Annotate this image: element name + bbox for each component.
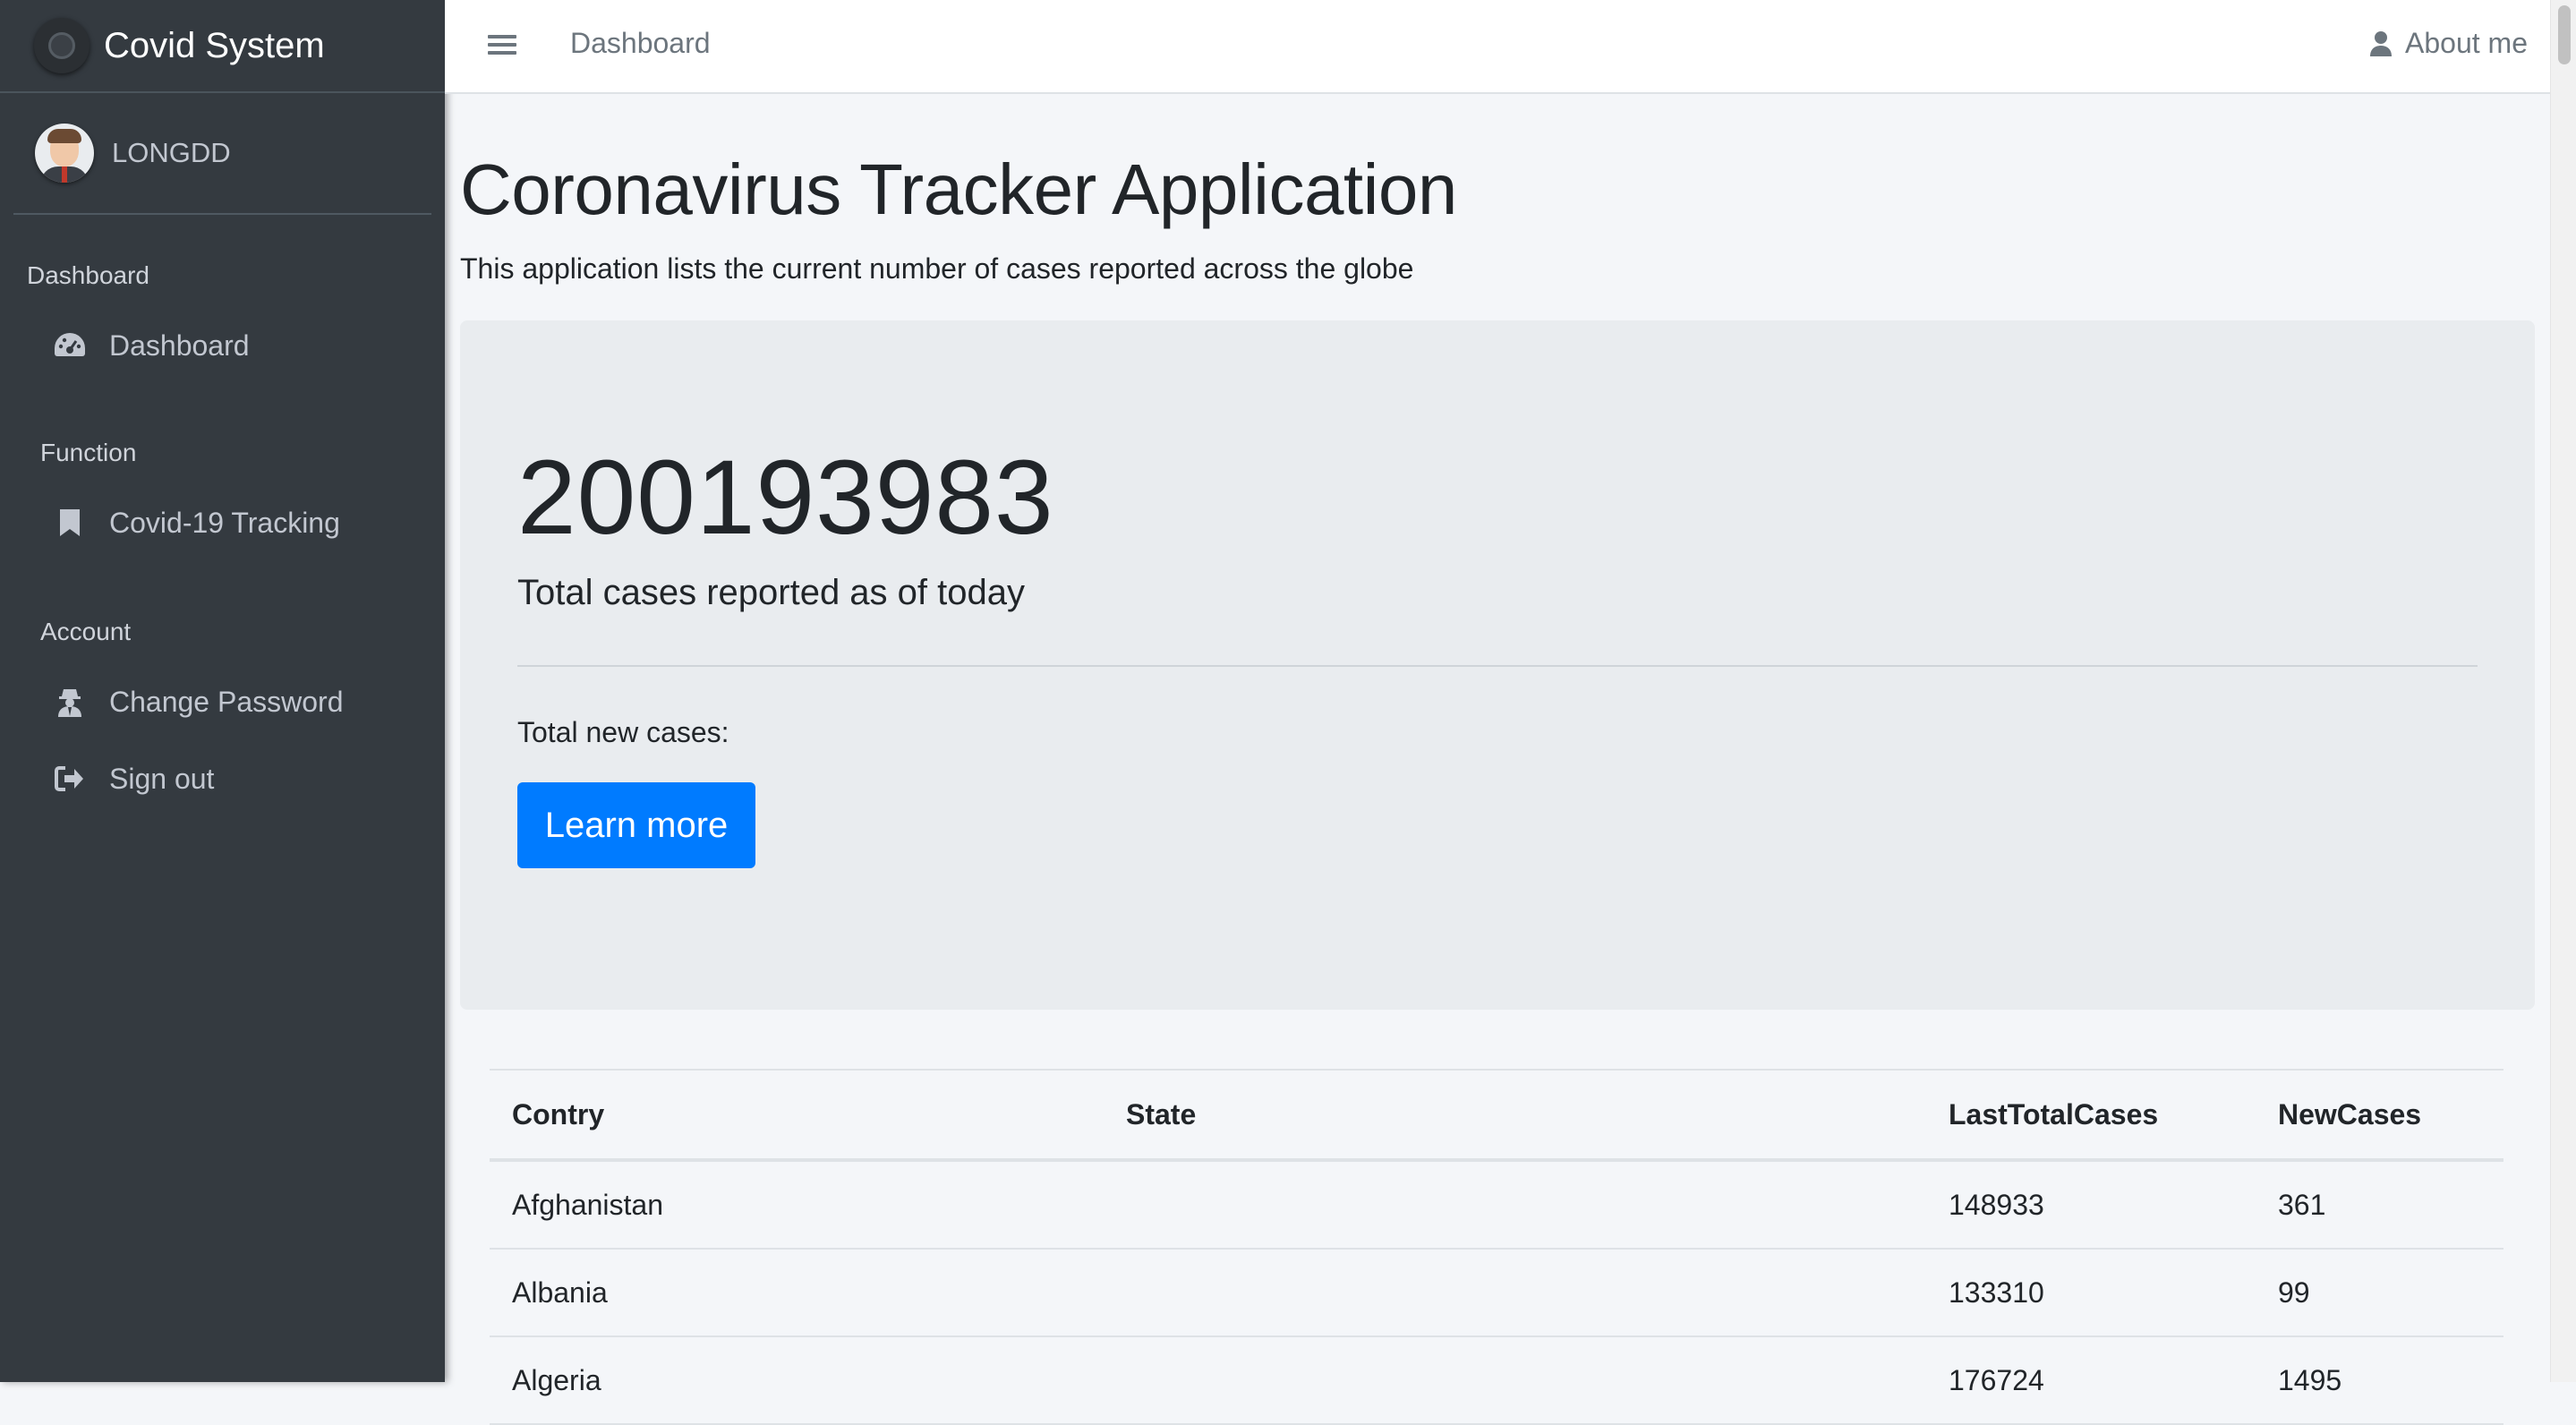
column-header-last-total-cases[interactable]: LastTotalCases [1926,1069,2256,1162]
table-row: Afghanistan 148933 361 [490,1160,2503,1250]
about-me-label: About me [2405,27,2528,59]
top-nav-dashboard-link[interactable]: Dashboard [570,27,711,60]
cell-state [1104,1336,1926,1425]
divider [517,665,2478,667]
page-subtitle: This application lists the current numbe… [460,252,1414,285]
user-secret-icon [43,686,97,718]
table-row: Algeria 176724 1495 [490,1336,2503,1425]
bookmark-icon [43,508,97,538]
cell-state [1104,1249,1926,1337]
column-header-state[interactable]: State [1104,1069,1926,1162]
tachometer-icon [43,331,97,360]
sidebar-item-sign-out[interactable]: Sign out [25,747,419,811]
brand-text: Covid System [104,25,325,65]
sidebar-item-label: Change Password [109,685,344,718]
menu-toggle-icon[interactable] [488,30,516,61]
cases-table: Contry State LastTotalCases NewCases Afg… [490,1069,2503,1425]
column-header-country[interactable]: Contry [490,1069,1104,1162]
cell-last-total-cases: 148933 [1926,1160,2256,1250]
cell-state [1104,1160,1926,1250]
nav-header-function: Function [40,439,137,466]
user-name[interactable]: LONGDD [112,137,231,169]
cell-country: Afghanistan [490,1160,1104,1250]
cell-country: Algeria [490,1336,1104,1425]
cell-country: Albania [490,1249,1104,1337]
cases-table-container: Contry State LastTotalCases NewCases Afg… [490,1069,2503,1425]
sidebar: Covid System LONGDD Dashboard Dashboard … [0,0,445,1382]
cell-last-total-cases: 176724 [1926,1336,2256,1425]
sidebar-item-label: Sign out [109,762,215,795]
about-me-link[interactable]: About me [2369,27,2528,60]
sidebar-item-dashboard[interactable]: Dashboard [25,313,419,378]
learn-more-button[interactable]: Learn more [517,782,755,868]
summary-jumbotron: 200193983 Total cases reported as of tod… [460,320,2535,1010]
top-navbar: Dashboard About me [445,0,2551,94]
page-scrollbar[interactable] [2550,0,2576,1382]
sidebar-item-label: Covid-19 Tracking [109,506,340,539]
sidebar-item-change-password[interactable]: Change Password [25,670,419,734]
cell-new-cases: 99 [2256,1249,2503,1337]
sign-out-icon [43,765,97,792]
nav-header-dashboard: Dashboard [27,261,149,289]
nav-header-account: Account [40,618,132,645]
brand-logo-icon [34,18,90,73]
table-header-row: Contry State LastTotalCases NewCases [490,1069,2503,1162]
scrollbar-thumb[interactable] [2558,5,2571,64]
sidebar-item-label: Dashboard [109,329,250,362]
total-cases-caption: Total cases reported as of today [517,573,1025,612]
user-icon [2369,30,2393,57]
avatar [35,124,94,183]
sidebar-item-covid-tracking[interactable]: Covid-19 Tracking [25,491,419,555]
table-row: Albania 133310 99 [490,1249,2503,1337]
user-panel[interactable]: LONGDD [13,93,431,215]
cell-new-cases: 361 [2256,1160,2503,1250]
cell-new-cases: 1495 [2256,1336,2503,1425]
brand-link[interactable]: Covid System [0,0,445,93]
page-title: Coronavirus Tracker Application [460,149,1457,229]
new-cases-label: Total new cases: [517,716,729,748]
cell-last-total-cases: 133310 [1926,1249,2256,1337]
total-cases-value: 200193983 [517,439,1054,557]
column-header-new-cases[interactable]: NewCases [2256,1069,2503,1162]
